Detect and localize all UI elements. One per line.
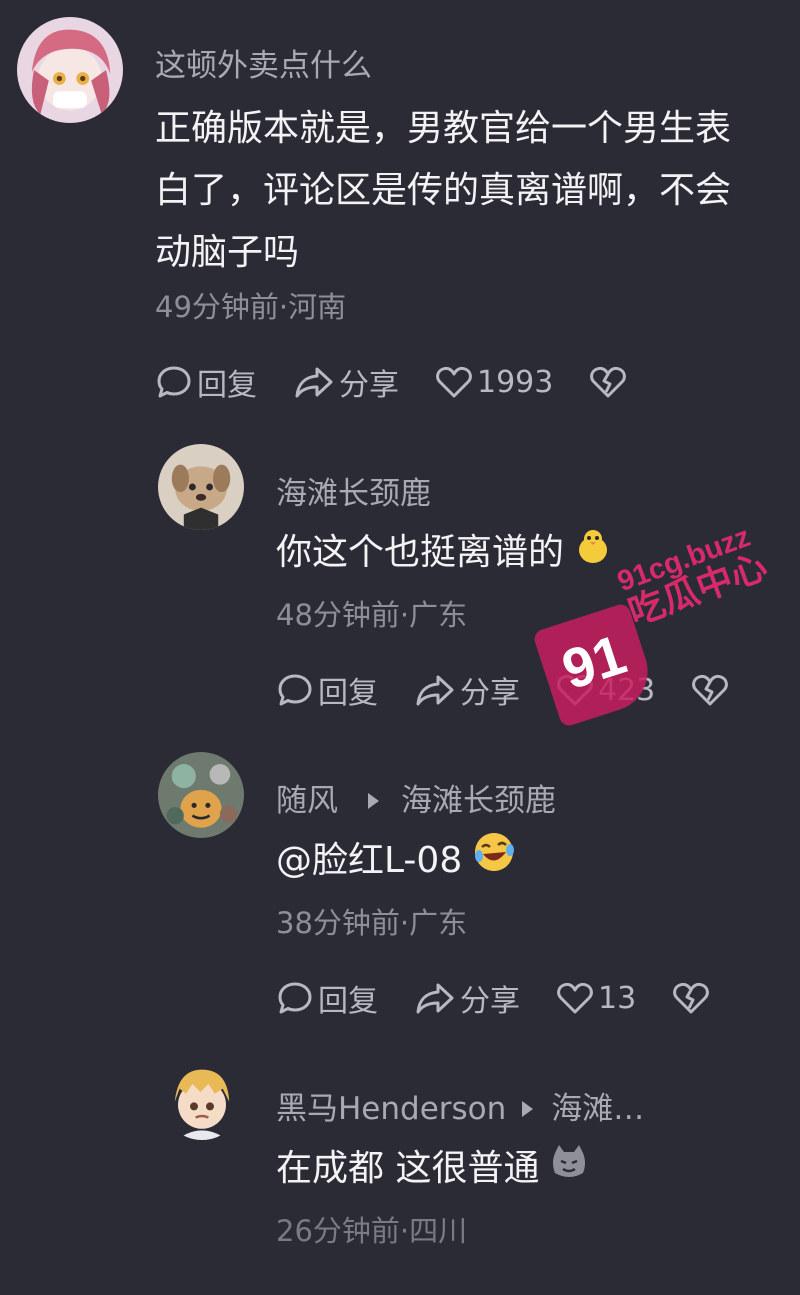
anime-boy-avatar-icon[interactable] <box>162 1060 242 1140</box>
reply-meta: 26分钟前·四川 <box>276 1214 468 1248</box>
share-icon <box>295 367 333 398</box>
share-button[interactable]: 分享 <box>293 360 399 404</box>
reply-author[interactable]: 黑马Henderson <box>276 1091 506 1127</box>
watermark-text: 91cg.buzz 吃瓜中心 <box>613 520 773 635</box>
reply-actions: 回复 分享 13 <box>276 976 750 1020</box>
reply-author[interactable]: 随风 <box>276 783 338 819</box>
comment-text-line: 正确版本就是，男教官给一个男生表 <box>155 108 732 149</box>
dislike-button[interactable] <box>672 980 714 1016</box>
chick-emoji-icon <box>574 523 612 585</box>
comment-actions: 回复 分享 1993 <box>155 360 667 404</box>
reply-button[interactable]: 回复 <box>276 976 378 1020</box>
reply-label: 回复 <box>197 368 257 403</box>
reply-target-user[interactable]: 海滩… <box>551 1091 644 1127</box>
share-label: 分享 <box>460 984 520 1019</box>
reply-icon <box>278 674 312 706</box>
reply-actions: 回复 分享 423 <box>276 668 769 712</box>
watermark-name: 吃瓜中心 <box>623 546 773 635</box>
share-icon <box>416 675 454 706</box>
comment-text-line: 动脑子吗 <box>155 232 300 273</box>
puppy-avatar-icon[interactable] <box>158 444 244 530</box>
heart-icon <box>436 366 472 398</box>
like-count: 13 <box>598 980 637 1016</box>
watermark-url: 91cg.buzz <box>613 520 755 599</box>
reply-label: 回复 <box>318 984 378 1019</box>
reply-to-arrow-icon <box>368 793 379 809</box>
dislike-button[interactable] <box>691 672 733 708</box>
share-button[interactable]: 分享 <box>414 668 520 712</box>
share-button[interactable]: 分享 <box>414 976 520 1020</box>
reply-target-user[interactable]: 海滩长颈鹿 <box>401 783 556 819</box>
share-label: 分享 <box>339 368 399 403</box>
like-button[interactable]: 1993 <box>435 364 553 400</box>
reply-button[interactable]: 回复 <box>155 360 257 404</box>
reply-meta: 38分钟前·广东 <box>276 906 468 940</box>
cartoon-avatar-icon[interactable] <box>158 752 244 838</box>
like-button[interactable]: 13 <box>556 980 636 1016</box>
reply-text: 你这个也挺离谱的 <box>276 522 612 585</box>
laughing-crying-emoji-icon <box>472 830 516 894</box>
reply-text-content: 在成都 这很普通 <box>276 1148 540 1189</box>
comment-text: 正确版本就是，男教官给一个男生表 白了，评论区是传的真离谱啊，不会 动脑子吗 <box>155 98 765 284</box>
reply-username: 随风 海滩长颈鹿 <box>276 775 556 820</box>
reply-button[interactable]: 回复 <box>276 668 378 712</box>
broken-heart-icon <box>673 982 710 1014</box>
reply-username[interactable]: 海滩长颈鹿 <box>276 468 431 513</box>
share-icon <box>416 983 454 1014</box>
reply-to-arrow-icon <box>522 1101 534 1117</box>
broken-heart-icon <box>590 366 627 398</box>
reply-meta: 48分钟前·广东 <box>276 598 468 632</box>
comment-meta: 49分钟前·河南 <box>155 290 347 324</box>
reply-icon <box>157 366 191 398</box>
anime-girl-avatar-icon[interactable] <box>17 17 123 123</box>
heart-icon <box>557 674 593 706</box>
reply-text-content[interactable]: @脸红L-08 <box>276 840 462 881</box>
heart-icon <box>557 982 593 1014</box>
comment-username[interactable]: 这顿外卖点什么 <box>155 40 372 85</box>
comment-text-line: 白了，评论区是传的真离谱啊，不会 <box>155 170 732 211</box>
broken-heart-icon <box>692 674 729 706</box>
share-label: 分享 <box>460 676 520 711</box>
reply-text-content: 你这个也挺离谱的 <box>276 532 565 573</box>
dislike-button[interactable] <box>589 364 631 400</box>
like-button[interactable]: 423 <box>556 672 655 708</box>
like-count: 1993 <box>477 364 554 400</box>
reply-text: 在成都 这很普通 <box>276 1138 589 1201</box>
reply-label: 回复 <box>318 676 378 711</box>
reply-username: 黑马Henderson 海滩… <box>276 1083 644 1128</box>
reply-icon <box>278 982 312 1014</box>
bottom-fade <box>0 1255 800 1295</box>
comment-thread: 这顿外卖点什么 正确版本就是，男教官给一个男生表 白了，评论区是传的真离谱啊，不… <box>0 0 800 1295</box>
cat-emoji-icon <box>549 1139 589 1201</box>
reply-text: @脸红L-08 <box>276 830 516 894</box>
like-count: 423 <box>598 672 656 708</box>
